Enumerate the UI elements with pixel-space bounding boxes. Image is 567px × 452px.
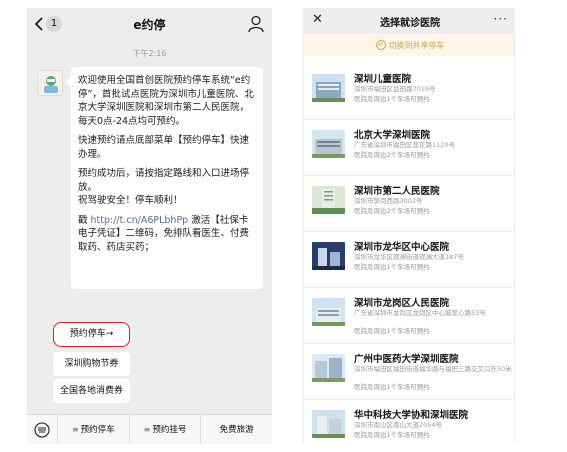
person-icon[interactable] [248,15,264,33]
keyboard-toggle[interactable] [27,421,57,438]
hospital-photo [312,74,345,102]
hospital-parking-note: 医院及周边1个车场可预约 [354,431,430,439]
more-options-icon[interactable]: ··· [494,12,508,26]
official-account-logo-icon [38,71,62,95]
avatar[interactable] [37,70,63,96]
hospital-parking-note: 医院及周边1个车场可预约 [354,383,430,391]
hospital-parking-note: 医院及周边1个车场可预约 [354,327,430,335]
keyboard-icon [34,421,50,438]
hospital-name: 华中科技大学协和深圳医院 [354,410,469,421]
hospital-photo [312,186,345,214]
hospital-list-item[interactable]: 深圳市龙岗区人民医院 广东省深圳市龙岗区龙岗区中心城爱心路53号 医院及周边1个… [304,288,514,344]
hospital-photo [312,130,345,158]
hospital-photo [312,242,345,270]
message-paragraph: 预约成功后，请按指定路线和入口进场停放。 [78,168,250,193]
chat-header: 1 e约停 [27,8,272,40]
page-title: 选择就诊医院 [380,18,440,29]
message-paragraph: 祝驾驶安全！停车顺利！ [78,195,183,206]
switch-icon: ⇄ [375,40,386,50]
hospital-address: 深圳市南山区南山大道2054号 [354,421,443,429]
hospital-list-item[interactable]: 深圳儿童医院 深圳市福田区益田路7019号 医院及周边1个车场可预约 [304,64,514,120]
bottom-menu-label: 免费旅游 [219,424,254,435]
hospital-list-item[interactable]: 北京大学深圳医院 广东省深圳市福田区莲花路1120号 医院及周边2个车场可预约 [304,120,514,176]
message-timestamp: 下午2:16 [132,49,167,58]
shopping-festival-coupon-button[interactable]: 深圳购物节券 [53,352,130,376]
hospital-address: 深圳市福田区益田路7019号 [354,85,436,93]
hospital-address: 深圳市福田区福田街道福华路与福田三路交叉口东50米 [354,365,512,373]
hospital-name: 深圳市第二人民医院 [354,186,440,197]
reserve-parking-menu-button[interactable]: 预约停车→ [53,322,130,347]
bottom-menu-label: 预约挂号 [152,424,187,435]
shortlink[interactable]: http://t.cn/A6PLbhPp [91,215,189,226]
hospital-list: 深圳儿童医院 深圳市福田区益田路7019号 医院及周边1个车场可预约 北京大学深… [304,64,514,444]
switch-label: 切换到共享停车 [388,40,445,50]
message-text: 戳 [78,214,91,226]
menu-dot-icon: ≡ [143,424,151,434]
bottom-menu-item-travel[interactable]: 免费旅游 [200,414,272,444]
bottom-menu-bar: ≡ 预约停车 ≡ 预约挂号 免费旅游 [27,414,272,444]
bottom-menu-label: 预约停车 [80,424,115,435]
bottom-menu-item-parking[interactable]: ≡ 预约停车 [57,414,129,444]
hospital-address: 广东省深圳市龙岗区龙岗区中心城爱心路53号 [354,309,486,317]
hospital-list-item[interactable]: 广州中医药大学深圳医院 深圳市福田区福田街道福华路与福田三路交叉口东50米 医院… [304,344,514,400]
wechat-chat-screen: 1 e约停 下午2:16 欢迎使用全国首创医院预约停车系统“e约停”，首批试点医… [27,8,272,444]
chat-title: e约停 [133,18,166,32]
bottom-menu-item-registration[interactable]: ≡ 预约挂号 [128,414,201,444]
hospital-photo [312,410,345,438]
hospital-photo [312,354,345,382]
hospital-address: 深圳市龙华区观澜街道观澜大道187号 [354,253,464,261]
hospital-name: 北京大学深圳医院 [354,130,431,141]
hospital-list-item[interactable]: 深圳市龙华区中心医院 深圳市龙华区观澜街道观澜大道187号 医院及周边1个车场可… [304,232,514,288]
hospital-name: 深圳市龙岗区人民医院 [354,298,450,309]
menu-dot-icon: ≡ [71,424,79,434]
message-bubble: 欢迎使用全国首创医院预约停车系统“e约停”，首批试点医院为深圳市儿童医院、北京大… [66,67,263,289]
hospital-photo [312,298,345,326]
hospital-list-item[interactable]: 华中科技大学协和深圳医院 深圳市南山区南山大道2054号 医院及周边1个车场可预… [304,400,514,444]
hospital-name: 深圳儿童医院 [354,74,412,85]
hospital-parking-note: 医院及周边2个车场可预约 [354,207,430,215]
switch-to-shared-parking-button[interactable]: ⇄ 切换到共享停车 [304,34,514,56]
message-paragraph: 快速预约请点底部菜单【预约停车】快速办理。 [78,135,250,160]
hospital-name: 深圳市龙华区中心医院 [354,242,450,253]
hospital-name: 广州中医药大学深圳医院 [354,354,459,365]
hospital-parking-note: 医院及周边1个车场可预约 [354,263,430,271]
hospital-parking-note: 医院及周边1个车场可预约 [354,95,430,103]
page-header: ✕ 选择就诊医院 ··· [304,8,514,34]
hospital-parking-note: 医院及周边2个车场可预约 [354,151,430,159]
hospital-list-item[interactable]: 深圳市第二人民医院 深圳市笋岗西路3002号 医院及周边2个车场可预约 [304,176,514,232]
hospital-address: 深圳市笋岗西路3002号 [354,197,423,205]
message-paragraph: 欢迎使用全国首创医院预约停车系统“e约停”，首批试点医院为深圳市儿童医院、北京大… [78,75,254,127]
message-paragraph: 戳 http://t.cn/A6PLbhPp 激活【社保卡电子凭证】二维码，免排… [78,214,256,255]
consumption-coupon-button[interactable]: 全国各地消费券 [53,379,130,403]
hospital-address: 广东省深圳市福田区莲花路1120号 [354,141,456,149]
hospital-select-screen: ✕ 选择就诊医院 ··· ⇄ 切换到共享停车 深圳儿童医院 深圳市福田区益田路7… [303,8,515,444]
